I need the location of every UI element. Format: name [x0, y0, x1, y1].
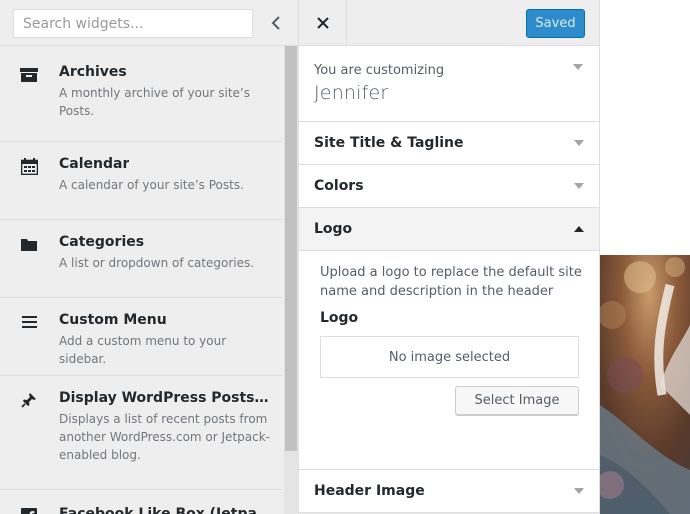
- logo-description: Upload a logo to replace the default sit…: [320, 265, 582, 299]
- available-widgets-panel: Archives A monthly archive of your site’…: [0, 0, 299, 514]
- widget-description: A monthly archive of your site’s Posts.: [59, 86, 250, 118]
- widget-description: A calendar of your site’s Posts.: [59, 178, 244, 192]
- caret-up-icon: [574, 226, 584, 232]
- caret-down-icon: [574, 488, 584, 494]
- widget-search-input[interactable]: [13, 9, 253, 38]
- customizing-label: You are customizing: [314, 63, 445, 78]
- logo-section-body: Upload a logo to replace the default sit…: [299, 251, 599, 470]
- customizer-panel: Saved You are customizing Jennifer Site …: [299, 0, 600, 514]
- widget-title: Categories: [59, 234, 145, 250]
- widget-description: A list or dropdown of categories.: [59, 256, 255, 270]
- header-photo: [600, 255, 690, 514]
- widget-title: Calendar: [59, 156, 130, 172]
- site-name: Jennifer: [314, 82, 389, 104]
- section-title: Colors: [314, 178, 364, 194]
- caret-down-icon: [574, 140, 584, 146]
- widget-calendar[interactable]: Calendar A calendar of your site’s Posts…: [0, 142, 282, 220]
- section-title: Header Image: [314, 483, 425, 499]
- save-button[interactable]: Saved: [526, 9, 585, 38]
- caret-down-icon: [574, 183, 584, 189]
- widget-description: Add a custom menu to your sidebar.: [59, 334, 227, 366]
- facebook-icon: [18, 505, 40, 514]
- widget-title: Display WordPress Posts (Jetpack): [59, 390, 271, 406]
- folder-icon: [18, 233, 40, 255]
- scrollbar-thumb[interactable]: [285, 46, 297, 451]
- widget-facebook-like-box[interactable]: Facebook Like Box (Jetpack): [0, 490, 282, 514]
- close-icon: [316, 17, 329, 29]
- close-button[interactable]: [299, 0, 347, 46]
- section-title: Logo: [314, 221, 353, 237]
- section-header-image[interactable]: Header Image: [299, 470, 599, 513]
- widget-display-wordpress-posts[interactable]: Display WordPress Posts (Jetpack) Displa…: [0, 376, 282, 490]
- menu-icon: [18, 311, 40, 333]
- widget-custom-menu[interactable]: Custom Menu Add a custom menu to your si…: [0, 298, 282, 376]
- section-colors[interactable]: Colors: [299, 165, 599, 208]
- section-site-title-tagline[interactable]: Site Title & Tagline: [299, 122, 599, 165]
- logo-placeholder: No image selected: [320, 336, 579, 378]
- customizer-header: Saved: [299, 0, 599, 46]
- widget-title: Custom Menu: [59, 312, 167, 328]
- chevron-left-icon: [271, 16, 280, 30]
- pushpin-icon: [18, 389, 40, 411]
- calendar-icon: [18, 155, 40, 177]
- widget-archives[interactable]: Archives A monthly archive of your site’…: [0, 46, 282, 142]
- widget-title: Facebook Like Box (Jetpack): [59, 506, 271, 514]
- site-preview[interactable]: [600, 0, 690, 514]
- widget-search-bar: [0, 0, 298, 46]
- section-title: Site Title & Tagline: [314, 135, 464, 151]
- customizer-info: You are customizing Jennifer: [299, 46, 599, 122]
- section-logo[interactable]: Logo: [299, 208, 599, 251]
- widget-description: Displays a list of recent posts from ano…: [59, 412, 270, 462]
- archive-icon: [18, 64, 40, 86]
- widget-list-scrollbar[interactable]: [284, 46, 298, 514]
- back-button[interactable]: [253, 0, 298, 46]
- caret-down-icon[interactable]: [573, 64, 583, 70]
- select-image-button[interactable]: Select Image: [455, 386, 579, 415]
- widget-title: Archives: [59, 64, 127, 80]
- widget-list: Archives A monthly archive of your site’…: [0, 46, 282, 514]
- widget-categories[interactable]: Categories A list or dropdown of categor…: [0, 220, 282, 298]
- logo-control-label: Logo: [320, 310, 359, 326]
